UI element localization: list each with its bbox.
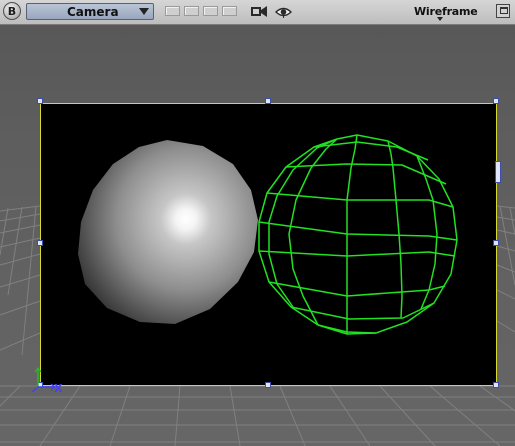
resize-handle[interactable]: [493, 240, 499, 246]
eye-icon[interactable]: [275, 4, 292, 19]
resize-handle[interactable]: [265, 98, 271, 104]
shaded-sphere: [78, 140, 258, 324]
axis-x-label: X: [54, 382, 63, 395]
app-icon-letter: B: [7, 4, 17, 18]
viewport-window: B Camera Wireframe X: [0, 0, 515, 446]
camera-select[interactable]: Camera: [26, 3, 154, 20]
viewport-title-bar: B Camera Wireframe: [0, 0, 515, 25]
layer-slot[interactable]: [184, 6, 199, 16]
wireframe-sphere: [258, 134, 458, 335]
b-logo-icon[interactable]: B: [3, 2, 21, 20]
resize-handle[interactable]: [265, 382, 271, 388]
layer-slot[interactable]: [165, 6, 180, 16]
video-camera-icon[interactable]: [250, 4, 268, 19]
camera-select-value: Camera: [67, 5, 119, 19]
resize-handle[interactable]: [493, 98, 499, 104]
shading-mode-select[interactable]: Wireframe: [414, 5, 478, 18]
resize-handle[interactable]: [37, 240, 43, 246]
layer-slot[interactable]: [203, 6, 218, 16]
chevron-down-icon: [437, 17, 443, 21]
scroll-handle[interactable]: [495, 161, 501, 183]
camera-render-frame: [40, 103, 497, 386]
rendered-scene: [78, 134, 458, 335]
layer-slot[interactable]: [222, 6, 237, 16]
chevron-down-icon: [139, 8, 149, 15]
resize-handle[interactable]: [37, 98, 43, 104]
resize-handle[interactable]: [493, 382, 499, 388]
maximize-icon[interactable]: [496, 4, 510, 18]
3d-viewport[interactable]: X: [0, 25, 515, 446]
